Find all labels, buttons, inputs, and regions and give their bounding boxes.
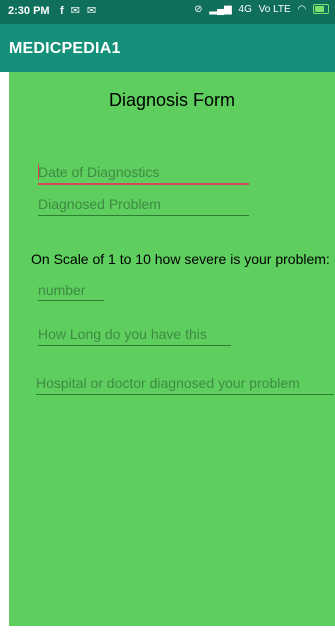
app-title: MEDICPEDIA1 — [9, 40, 121, 57]
diagnosis-form: Diagnosis Form On Scale of 1 to 10 how s… — [9, 72, 335, 626]
date-of-diagnostics-input[interactable] — [38, 162, 248, 182]
number-field-underline — [38, 300, 104, 301]
hospital-field-underline — [36, 394, 334, 395]
problem-field-underline — [38, 215, 249, 216]
notification-icons: f ✉ ✉ — [60, 5, 99, 17]
duration-input[interactable] — [38, 324, 230, 344]
status-bar: 2:30 PM f ✉ ✉ ⊘ ▂▄▆ 4G Vo LTE ◠ — [0, 0, 335, 24]
status-right: ⊘ ▂▄▆ 4G Vo LTE ◠ — [190, 4, 329, 15]
wifi-icon: ◠ — [297, 4, 307, 15]
volte-label: Vo LTE — [258, 4, 291, 15]
severity-number-input[interactable] — [38, 280, 104, 300]
diagnosed-problem-input[interactable] — [38, 194, 248, 214]
hospital-input[interactable] — [36, 373, 334, 393]
battery-icon — [313, 4, 329, 15]
date-field-underline — [38, 183, 249, 185]
duration-field-underline — [38, 345, 231, 346]
form-title: Diagnosis Form — [108, 90, 236, 110]
mute-icon: ⊘ — [194, 4, 203, 15]
app-bar: MEDICPEDIA1 — [0, 24, 335, 72]
network-type: 4G — [238, 4, 252, 15]
signal-icon: ▂▄▆ — [209, 4, 232, 15]
severity-question: On Scale of 1 to 10 how severe is your p… — [31, 251, 330, 267]
status-time: 2:30 PM — [8, 5, 50, 17]
